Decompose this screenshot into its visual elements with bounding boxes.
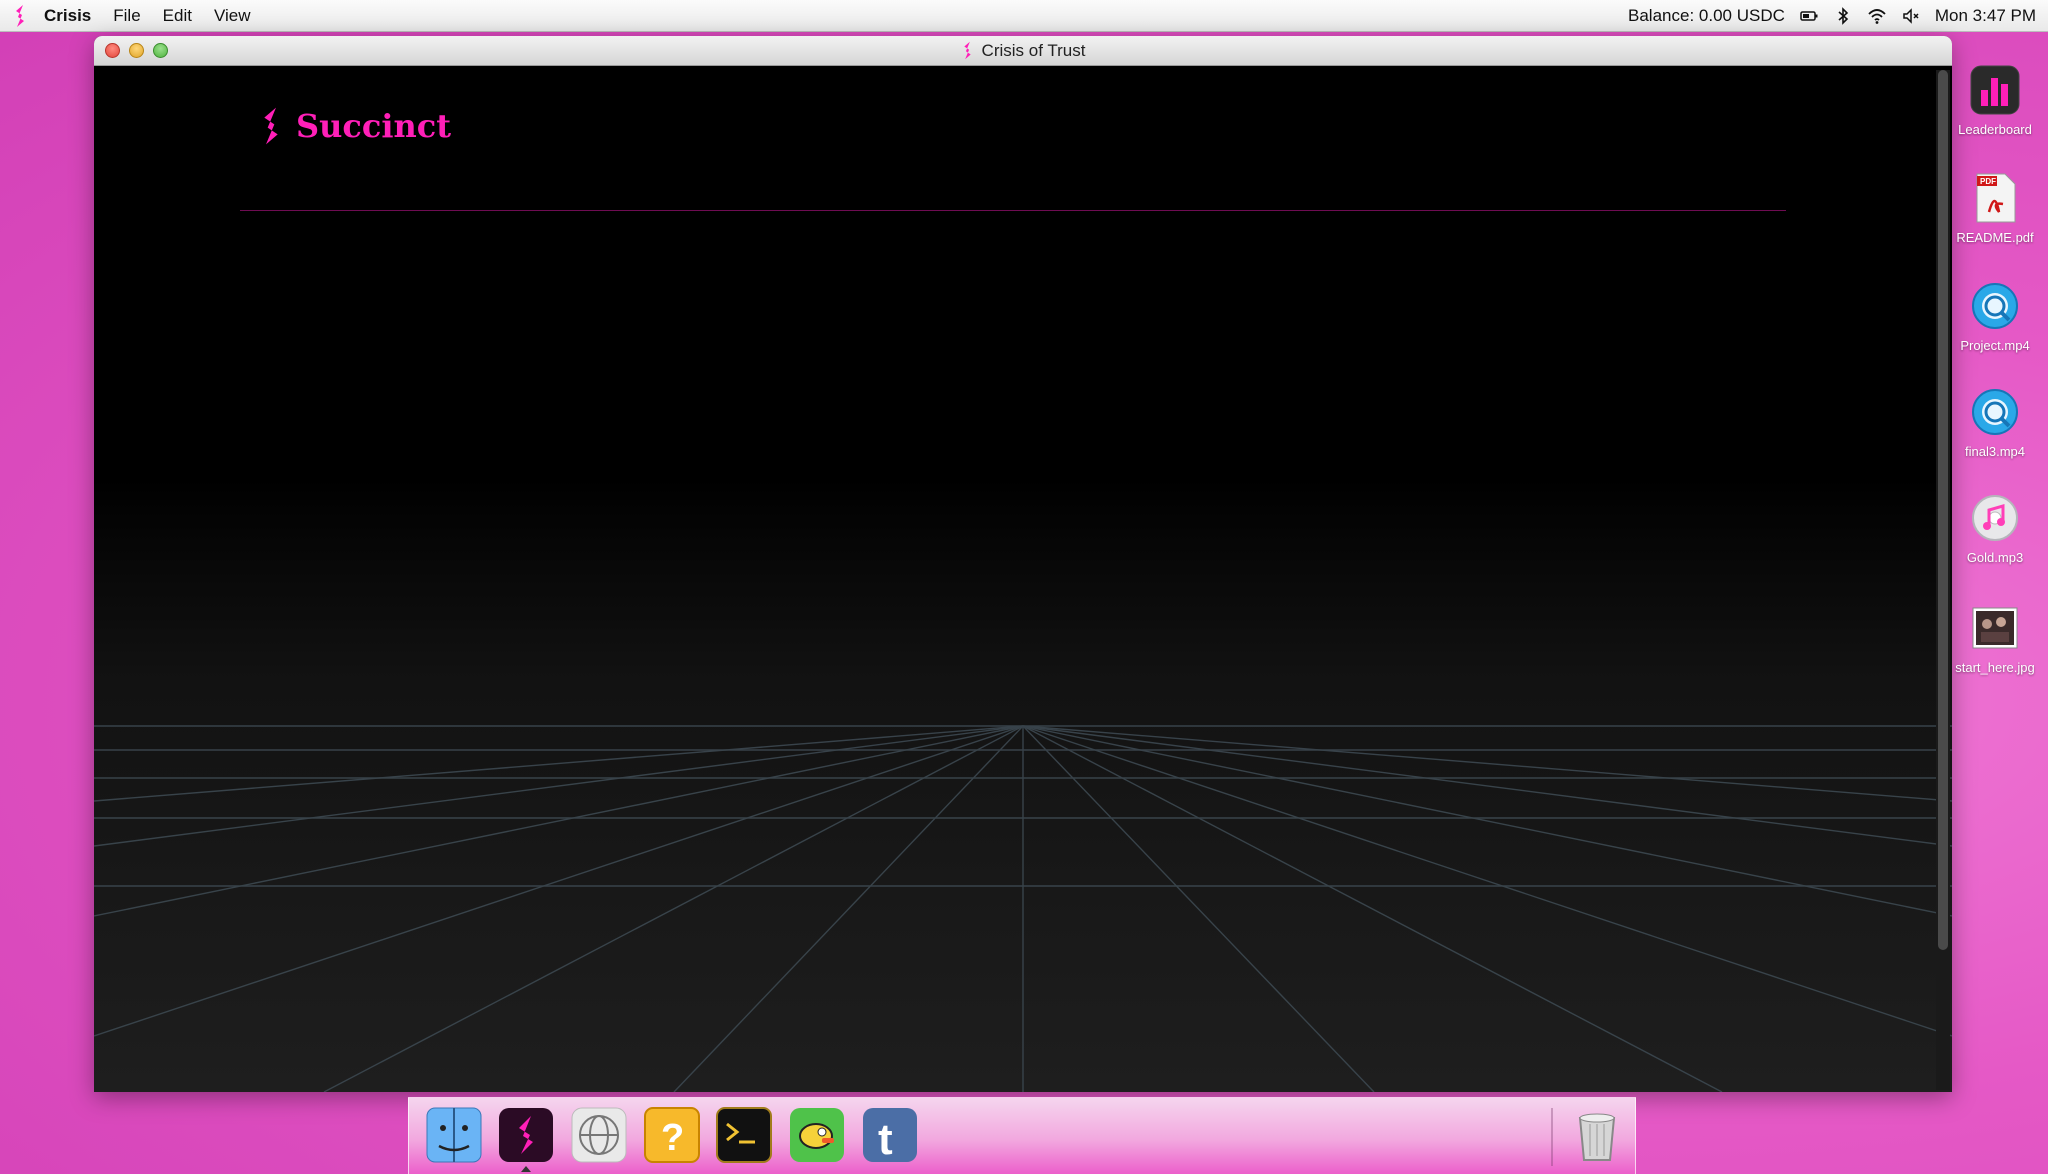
svg-text:t: t — [878, 1115, 893, 1164]
desktop-icon-label: Gold.mp3 — [1966, 550, 2024, 565]
brand-name: Succinct — [296, 107, 452, 145]
tumblr-icon[interactable]: t — [861, 1106, 919, 1164]
window-title: Crisis of Trust — [981, 40, 1086, 60]
perspective-grid-floor — [94, 725, 1952, 1092]
game-viewport[interactable]: Succinct — [94, 66, 1952, 1092]
menu-edit[interactable]: Edit — [163, 6, 192, 26]
desktop-icon-readme[interactable]: PDF README.pdf — [1942, 172, 2048, 245]
succinct-logo-icon[interactable] — [12, 4, 28, 28]
leaderboard-icon — [1969, 64, 2021, 116]
desktop-icon-label: final3.mp4 — [1965, 444, 2025, 459]
quicktime-icon — [1969, 386, 2021, 438]
svg-text:PDF: PDF — [1980, 177, 1996, 186]
quicktime-icon — [1969, 280, 2021, 332]
desktop-icon-final3-mp4[interactable]: final3.mp4 — [1942, 386, 2048, 459]
wifi-icon[interactable] — [1867, 7, 1887, 25]
image-icon — [1969, 602, 2021, 654]
running-indicator — [521, 1166, 531, 1172]
desktop-icon-label: start_here.jpg — [1955, 660, 2035, 675]
desktop-icon-project-mp4[interactable]: Project.mp4 — [1942, 280, 2048, 353]
menu-bar: Crisis File Edit View Balance: 0.00 USDC… — [0, 0, 2048, 32]
finder-icon[interactable] — [425, 1106, 483, 1164]
pdf-icon: PDF — [1969, 172, 2021, 224]
desktop-icon-leaderboard[interactable]: Leaderboard — [1942, 64, 2048, 137]
bluetooth-icon[interactable] — [1833, 6, 1853, 25]
desktop-icon-label: README.pdf — [1956, 230, 2034, 245]
succinct-brand-icon — [264, 107, 278, 145]
menu-app-name[interactable]: Crisis — [44, 6, 91, 26]
speaker-muted-icon[interactable] — [1901, 7, 1921, 25]
succinct-title-icon — [963, 41, 971, 60]
terminal-icon[interactable] — [715, 1106, 773, 1164]
dock: ? t — [408, 1097, 1636, 1174]
brand-header: Succinct — [256, 106, 451, 146]
clock[interactable]: Mon 3:47 PM — [1935, 6, 2036, 26]
svg-text:?: ? — [661, 1117, 684, 1159]
trash-icon[interactable] — [1568, 1106, 1626, 1164]
app-window: Crisis of Trust Succinct — [94, 36, 1952, 1092]
desktop-icon-label: Leaderboard — [1958, 122, 2032, 137]
dock-divider — [1551, 1108, 1553, 1166]
desktop-icon-gold-mp3[interactable]: Gold.mp3 — [1942, 492, 2048, 565]
balance-readout: Balance: 0.00 USDC — [1628, 5, 1785, 25]
desktop-icon-start-here[interactable]: start_here.jpg — [1942, 602, 2048, 675]
itunes-icon — [1969, 492, 2021, 544]
network-globe-icon[interactable] — [570, 1106, 628, 1164]
menu-file[interactable]: File — [113, 6, 140, 26]
header-divider — [240, 210, 1786, 211]
succinct-app-icon[interactable] — [497, 1106, 555, 1164]
question-block-icon[interactable]: ? — [643, 1106, 701, 1164]
menu-view[interactable]: View — [214, 6, 251, 26]
window-titlebar[interactable]: Crisis of Trust — [94, 36, 1952, 66]
flappy-bird-icon[interactable] — [788, 1106, 846, 1164]
battery-icon[interactable] — [1799, 7, 1819, 25]
desktop-icon-label: Project.mp4 — [1960, 338, 2030, 353]
